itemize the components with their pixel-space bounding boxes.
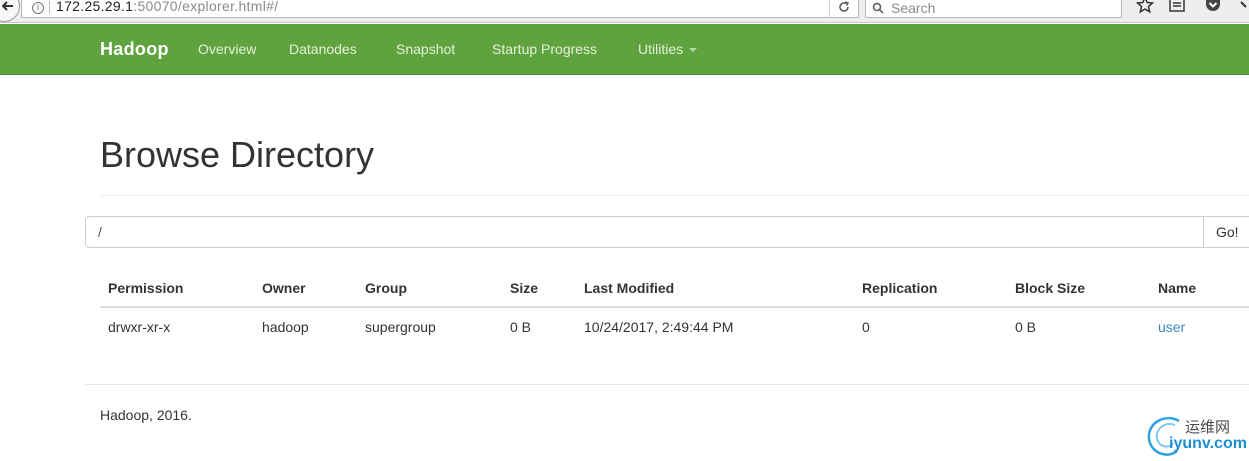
title-divider xyxy=(100,195,1249,196)
search-placeholder: Search xyxy=(891,0,936,16)
footer-copyright: Hadoop, 2016. xyxy=(100,407,192,423)
cell-permission: drwxr-xr-x xyxy=(108,318,171,335)
nav-utilities-dropdown[interactable]: Utilities xyxy=(638,41,698,57)
back-arrow-icon xyxy=(2,1,13,11)
reload-icon xyxy=(839,1,850,12)
top-navbar: Hadoop Overview Datanodes Snapshot Start… xyxy=(0,24,1249,75)
cell-owner: hadoop xyxy=(262,318,309,335)
watermark-logo: 运维网 iyunv.com xyxy=(1145,411,1249,461)
nav-datanodes[interactable]: Datanodes xyxy=(289,41,357,57)
directory-table: Permission Owner Group Size Last Modifie… xyxy=(100,269,1249,345)
col-header-last-modified[interactable]: Last Modified xyxy=(576,269,854,308)
url-host: 172.25.29.1 xyxy=(56,0,134,14)
url-divider xyxy=(49,1,50,14)
nav-snapshot[interactable]: Snapshot xyxy=(396,41,455,57)
reload-button[interactable] xyxy=(829,0,858,17)
brand-logo[interactable]: Hadoop xyxy=(100,39,169,60)
table-row: drwxr-xr-x hadoop supergroup 0 B 10/24/2… xyxy=(100,307,1249,345)
cell-size: 0 B xyxy=(510,318,532,335)
cell-block-size: 0 B xyxy=(1015,318,1037,335)
cell-group: supergroup xyxy=(365,318,436,335)
caret-down-icon xyxy=(689,48,698,53)
reading-list-icon[interactable] xyxy=(1168,0,1186,14)
url-text[interactable]: 172.25.29.1:50070/explorer.html#/ xyxy=(56,0,278,14)
watermark-en-text: iyunv.com xyxy=(1169,435,1247,452)
col-header-owner[interactable]: Owner xyxy=(254,269,357,308)
directory-path-input[interactable] xyxy=(85,216,1204,248)
go-button[interactable]: Go! xyxy=(1203,216,1249,248)
back-button[interactable] xyxy=(0,0,20,22)
pocket-shield-icon[interactable] xyxy=(1204,0,1222,14)
url-path: :50070/explorer.html#/ xyxy=(133,0,279,14)
table-header-row: Permission Owner Group Size Last Modifie… xyxy=(100,269,1249,308)
info-icon[interactable]: i xyxy=(32,2,44,14)
cell-replication: 0 xyxy=(862,318,870,335)
col-header-replication[interactable]: Replication xyxy=(854,269,1007,308)
col-header-permission[interactable]: Permission xyxy=(100,269,254,308)
browser-search-field[interactable]: Search xyxy=(865,0,1122,18)
col-header-size[interactable]: Size xyxy=(502,269,576,308)
url-bar[interactable]: i 172.25.29.1:50070/explorer.html#/ xyxy=(21,0,859,18)
footer-divider xyxy=(85,384,1249,385)
browser-toolbar: i 172.25.29.1:50070/explorer.html#/ Sear… xyxy=(0,0,1249,23)
watermark-cn-text: 运维网 xyxy=(1185,419,1231,436)
col-header-block-size[interactable]: Block Size xyxy=(1007,269,1150,308)
nav-utilities-label: Utilities xyxy=(638,41,684,57)
directory-link-user[interactable]: user xyxy=(1158,319,1185,335)
cell-name: user xyxy=(1150,307,1249,345)
search-icon xyxy=(872,2,884,14)
page-title: Browse Directory xyxy=(100,134,375,175)
nav-overview[interactable]: Overview xyxy=(198,41,256,57)
cell-last-modified: 10/24/2017, 2:49:44 PM xyxy=(584,318,734,335)
col-header-name[interactable]: Name xyxy=(1150,269,1249,308)
col-header-group[interactable]: Group xyxy=(357,269,502,308)
download-arrow-icon[interactable] xyxy=(1239,0,1249,14)
bookmark-star-icon[interactable] xyxy=(1136,0,1154,14)
nav-startup-progress[interactable]: Startup Progress xyxy=(492,41,597,57)
